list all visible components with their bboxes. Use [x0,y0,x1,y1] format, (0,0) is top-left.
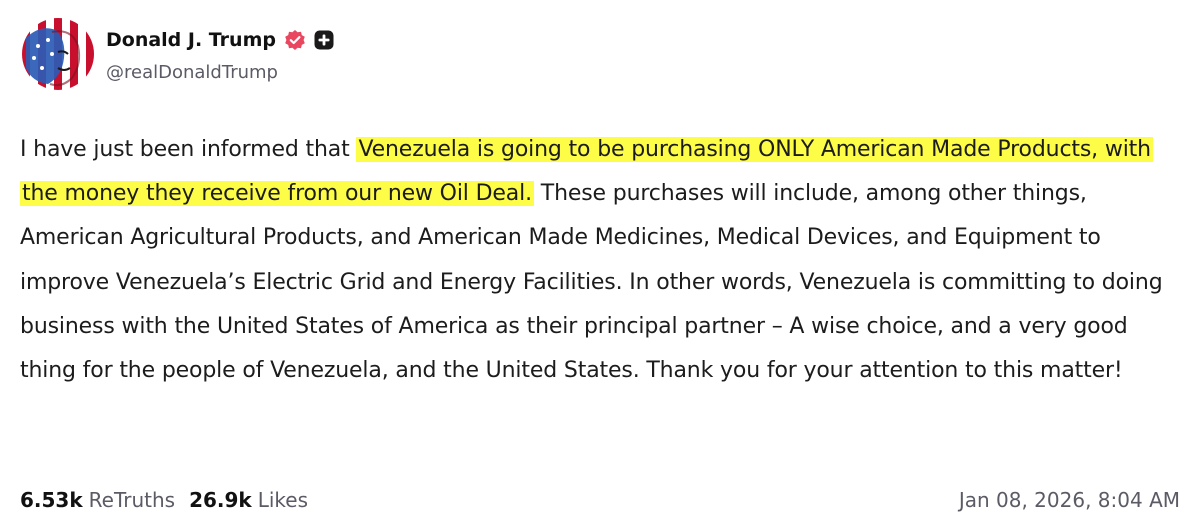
avatar[interactable] [22,18,94,90]
post-header: Donald J. Trump @realDonaldTrump [20,14,620,104]
user-handle[interactable]: @realDonaldTrump [106,62,278,83]
post-stats: 6.53k ReTruths 26.9k Likes [20,488,322,512]
display-name[interactable]: Donald J. Trump [106,29,276,51]
verified-badge-icon [284,29,306,51]
retruths-label: ReTruths [88,488,176,512]
post-text-start: I have just been informed that [20,137,357,162]
likes-count: 26.9k [189,488,252,512]
avatar-image [22,18,94,90]
post-footer: 6.53k ReTruths 26.9k Likes Jan 08, 2026,… [20,484,1180,516]
retruths-stat[interactable]: 6.53k ReTruths [20,488,175,512]
likes-label: Likes [257,488,309,512]
post-text-rest: These purchases will include, among othe… [20,181,1163,384]
post-body: I have just been informed that Venezuela… [20,128,1180,393]
retruths-count: 6.53k [20,488,83,512]
plus-badge-icon [314,30,334,50]
likes-stat[interactable]: 26.9k Likes [189,488,308,512]
truth-post: Donald J. Trump @realDonaldTrump I have … [20,14,1190,524]
name-row: Donald J. Trump [106,26,334,54]
post-timestamp[interactable]: Jan 08, 2026, 8:04 AM [959,488,1180,512]
